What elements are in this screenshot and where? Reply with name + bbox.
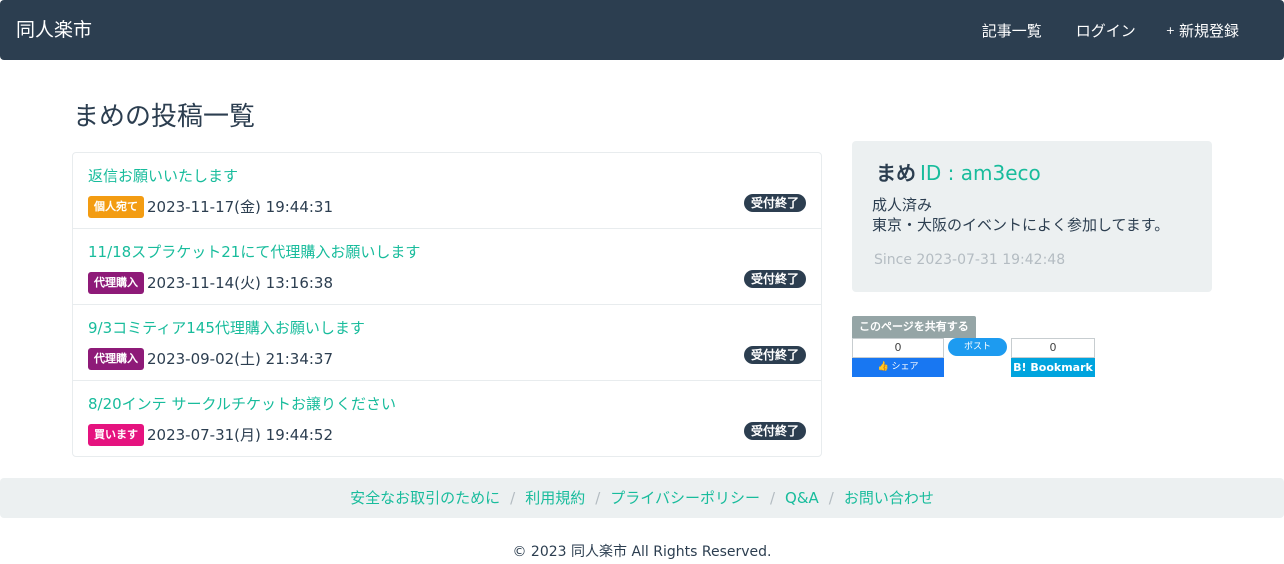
profile-bio: 東京・大阪のイベントによく参加してます。 bbox=[872, 216, 1170, 234]
footer-link-terms[interactable]: 利用規約 bbox=[525, 488, 585, 508]
profile-card: まめ ID : am3eco 成人済み 東京・大阪のイベントによく参加してます。… bbox=[852, 141, 1212, 292]
facebook-share-button[interactable]: 0 👍 シェア bbox=[852, 338, 944, 377]
nav-links: 記事一覧 ログイン + 新規登録 bbox=[978, 19, 1239, 43]
profile-age-status: 成人済み bbox=[872, 196, 933, 214]
nav-login-label: ログイン bbox=[1075, 22, 1136, 40]
post-item: 11/18スプラケット21にて代理購入お願いします 代理購入 2023-11-1… bbox=[73, 229, 821, 305]
post-list: 返信お願いいたします 個人宛て 2023-11-17(金) 19:44:31 受… bbox=[72, 152, 822, 457]
post-meta: 代理購入 2023-09-02(土) 21:34:37 bbox=[88, 348, 333, 370]
share-label: このページを共有する bbox=[852, 316, 976, 338]
nav-article-list-link[interactable]: 記事一覧 bbox=[978, 19, 1042, 43]
profile-header: まめ ID : am3eco bbox=[872, 159, 1041, 187]
post-date: 2023-11-14(火) 13:16:38 bbox=[147, 274, 334, 292]
footer-link-safe-trading[interactable]: 安全なお取引のために bbox=[350, 488, 500, 508]
footer-separator: / bbox=[510, 489, 516, 507]
copyright: © 2023 同人楽市 All Rights Reserved. bbox=[512, 544, 772, 560]
status-badge: 受付終了 bbox=[743, 270, 806, 288]
footer-link-privacy[interactable]: プライバシーポリシー bbox=[610, 488, 760, 508]
post-item: 9/3コミティア145代理購入お願いします 代理購入 2023-09-02(土)… bbox=[73, 305, 821, 381]
nav-signup-label: 新規登録 bbox=[1178, 22, 1239, 40]
nav-signup-link[interactable]: + 新規登録 bbox=[1166, 19, 1239, 43]
status-badge: 受付終了 bbox=[743, 422, 806, 440]
post-category-tag: 代理購入 bbox=[88, 272, 144, 294]
post-date: 2023-11-17(金) 19:44:31 bbox=[147, 198, 334, 216]
status-badge: 受付終了 bbox=[743, 194, 806, 212]
footer-separator: / bbox=[828, 489, 834, 507]
brand-link[interactable]: 同人楽市 bbox=[16, 17, 92, 43]
nav-login-link[interactable]: ログイン bbox=[1072, 19, 1136, 43]
footer-link-contact[interactable]: お問い合わせ bbox=[844, 488, 934, 508]
profile-name: まめ bbox=[876, 161, 916, 185]
twitter-share-label: ポスト bbox=[963, 342, 991, 352]
facebook-share-label: 👍 シェア bbox=[852, 358, 944, 377]
post-category-tag: 買います bbox=[88, 424, 144, 446]
footer-separator: / bbox=[595, 489, 601, 507]
navbar: 同人楽市 記事一覧 ログイン + 新規登録 bbox=[0, 0, 1284, 60]
footer-nav: 安全なお取引のために / 利用規約 / プライバシーポリシー / Q&A / お… bbox=[0, 478, 1284, 518]
plus-icon: + bbox=[1165, 24, 1175, 37]
footer-separator: / bbox=[769, 489, 776, 507]
post-category-tag: 代理購入 bbox=[88, 348, 144, 370]
post-meta: 買います 2023-07-31(月) 19:44:52 bbox=[88, 424, 333, 446]
profile-since: Since 2023-07-31 19:42:48 bbox=[872, 249, 1065, 271]
twitter-share-button[interactable]: ポスト bbox=[948, 338, 1007, 356]
hatena-bookmark-count: 0 bbox=[1011, 338, 1095, 358]
hatena-bookmark-label: B! Bookmark bbox=[1011, 358, 1095, 377]
post-category-tag: 個人宛て bbox=[88, 196, 144, 218]
post-meta: 代理購入 2023-11-14(火) 13:16:38 bbox=[88, 272, 333, 294]
post-meta: 個人宛て 2023-11-17(金) 19:44:31 bbox=[88, 196, 333, 218]
nav-article-list-label: 記事一覧 bbox=[981, 22, 1042, 40]
footer-link-qa[interactable]: Q&A bbox=[785, 488, 819, 508]
facebook-share-count: 0 bbox=[852, 338, 944, 358]
post-item: 返信お願いいたします 個人宛て 2023-11-17(金) 19:44:31 受… bbox=[73, 153, 821, 229]
post-item: 8/20インテ サークルチケットお譲りください 買います 2023-07-31(… bbox=[73, 381, 821, 457]
profile-since-text: Since 2023-07-31 19:42:48 bbox=[874, 252, 1066, 268]
post-title-link[interactable]: 9/3コミティア145代理購入お願いします bbox=[88, 318, 365, 338]
post-date: 2023-09-02(土) 21:34:37 bbox=[147, 350, 334, 368]
profile-id: ID : am3eco bbox=[920, 161, 1041, 185]
hatena-bookmark-button[interactable]: 0 B! Bookmark bbox=[1011, 338, 1095, 377]
status-badge: 受付終了 bbox=[743, 346, 806, 364]
post-title-link[interactable]: 8/20インテ サークルチケットお譲りください bbox=[88, 394, 396, 414]
page-title: まめの投稿一覧 bbox=[73, 102, 256, 132]
post-date: 2023-07-31(月) 19:44:52 bbox=[147, 426, 334, 444]
post-title-link[interactable]: 返信お願いいたします bbox=[88, 166, 238, 186]
post-title-link[interactable]: 11/18スプラケット21にて代理購入お願いします bbox=[88, 242, 420, 262]
